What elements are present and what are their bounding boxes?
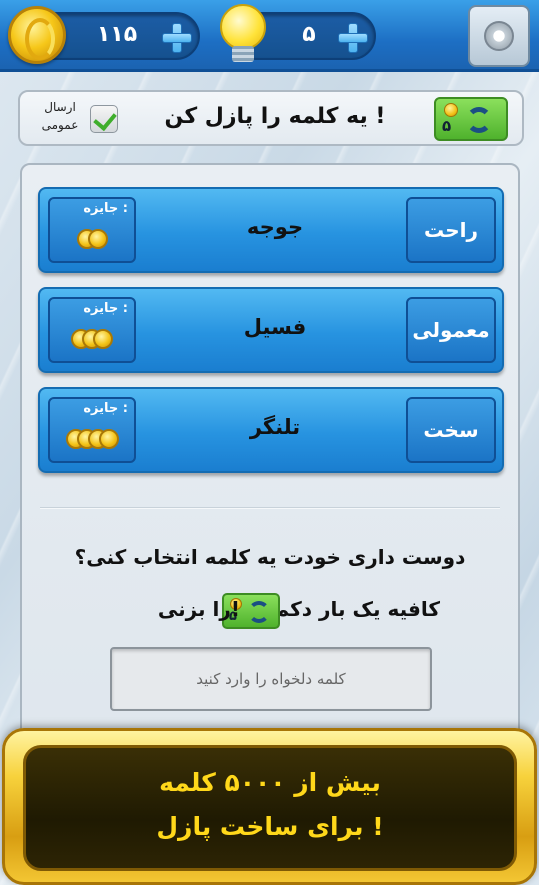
random-word-button[interactable]: ۵ <box>434 97 508 141</box>
promo-banner[interactable]: بیش از ۵۰۰۰ کلمه برای ساخت پازل ! <box>2 728 537 885</box>
difficulty-button[interactable]: راحت <box>406 197 496 263</box>
header-panel: ارسال عمومی یه کلمه را پازل کن ! ۵ <box>18 90 524 146</box>
public-share-label: ارسال عمومی <box>41 100 79 132</box>
custom-word-input[interactable] <box>110 647 432 711</box>
level-card-easy[interactable]: راحت جوجه جایزه : <box>38 187 504 273</box>
reward-coins <box>50 229 134 253</box>
instruction-text-a: کافیه یک بار دکمه <box>264 597 440 621</box>
page-title: یه کلمه را پازل کن ! <box>164 104 386 129</box>
coin-icon <box>98 429 119 449</box>
refresh-icon <box>466 107 492 133</box>
settings-icon <box>484 21 514 51</box>
reward-label: جایزه : <box>83 401 128 416</box>
level-card-hard[interactable]: سخت تلنگر جایزه : <box>38 387 504 473</box>
reward-box: جایزه : <box>48 197 136 263</box>
promo-line-2: برای ساخت پازل ! <box>156 812 384 841</box>
custom-word-question: دوست داری خودت یه کلمه انتخاب کنی؟ <box>74 545 466 569</box>
add-hints-icon[interactable] <box>338 23 368 53</box>
lightbulb-icon <box>218 4 270 70</box>
level-word: فسیل <box>243 315 307 339</box>
level-word: تلنگر <box>249 415 301 439</box>
coin-icon <box>8 6 66 64</box>
reward-box: جایزه : <box>48 297 136 363</box>
level-card-medium[interactable]: معمولی فسیل جایزه : <box>38 287 504 373</box>
divider <box>40 507 500 509</box>
coin-icon <box>444 103 458 117</box>
coin-icon <box>93 329 113 349</box>
instruction-text-b: را بزنی! <box>157 597 240 621</box>
reward-coins <box>50 329 134 353</box>
hints-value: ۵ <box>302 22 316 47</box>
reward-label: جایزه : <box>83 301 128 316</box>
add-coins-icon[interactable] <box>162 23 192 53</box>
reward-coins <box>50 429 134 453</box>
reward-box: جایزه : <box>48 397 136 463</box>
promo-inner: بیش از ۵۰۰۰ کلمه برای ساخت پازل ! <box>23 745 517 871</box>
difficulty-button[interactable]: سخت <box>406 397 496 463</box>
coins-value: ۱۱۵ <box>96 22 138 47</box>
refresh-icon <box>248 601 270 623</box>
level-word: جوجه <box>246 215 304 239</box>
reward-label: جایزه : <box>83 201 128 216</box>
coin-icon <box>87 229 108 249</box>
public-share-checkbox[interactable] <box>90 105 118 133</box>
top-bar: ۱۱۵ ۵ <box>0 0 539 72</box>
promo-line-1: بیش از ۵۰۰۰ کلمه <box>159 768 381 797</box>
difficulty-button[interactable]: معمولی <box>406 297 496 363</box>
custom-word-instruction: کافیه یک بار دکمه ۵ را بزنی! <box>42 593 498 633</box>
settings-button[interactable] <box>468 5 530 67</box>
random-word-cost: ۵ <box>442 117 452 135</box>
